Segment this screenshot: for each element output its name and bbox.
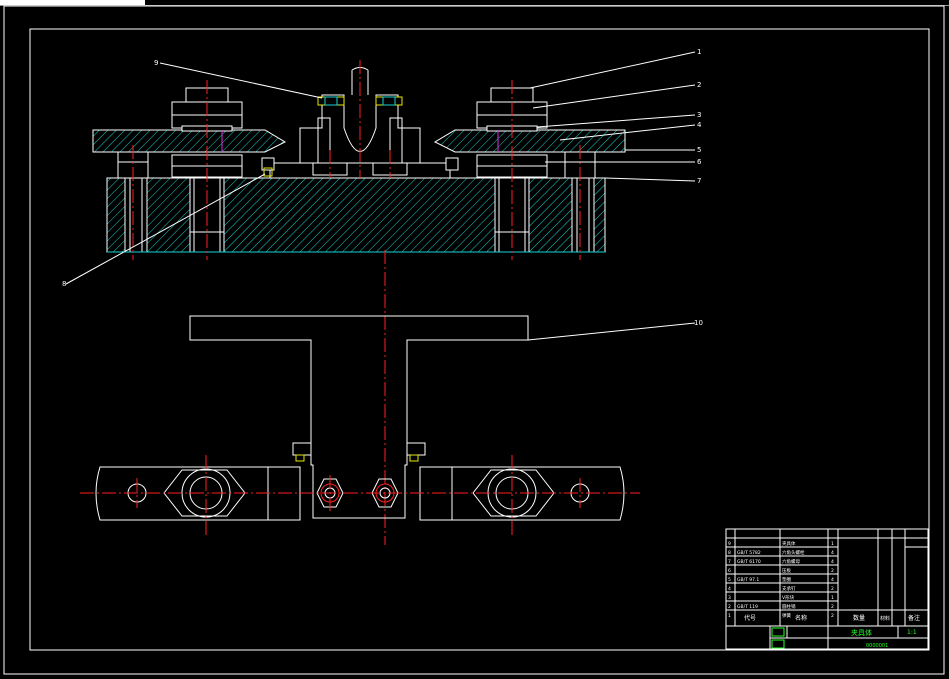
balloon-10: 10 [694,319,703,327]
right-clamp-plate [433,129,626,153]
drawing-code: 0000001 [866,643,888,649]
scale-value: 1:1 [907,629,917,636]
bom-row-qty: 2 [831,613,834,619]
bom-row-qty: 4 [831,577,834,583]
bom-row-qty: 1 [831,541,834,547]
balloon-6: 6 [697,158,702,166]
left-clamp-plate [92,129,287,153]
front-section-view [92,67,626,253]
top-view [95,315,625,521]
bom-row-number: 7 [728,559,731,565]
bom-row-number: 3 [728,595,731,601]
header-code: 代号 [744,614,756,622]
balloon-7: 7 [697,177,701,185]
bom-row-number: 1 [728,613,731,619]
bom-row-qty: 2 [831,568,834,574]
bom-row-qty: 2 [831,604,834,610]
bom-row-number: 8 [728,550,731,556]
bom-row-code: GB/T 5782 [737,550,761,556]
bom-row-qty: 4 [831,550,834,556]
bom-row-name: 支承钉 [782,585,796,592]
balloon-9: 9 [154,59,158,67]
bom-row-number: 9 [728,541,731,547]
bom-row-number: 5 [728,577,731,583]
bom-row-name: V形块 [782,594,795,601]
bom-rows: 9 夹具体 1 8 GB/T 5782 六角头螺栓 4 7 GB/T 6170 六角螺母 4 6 压板 2… [728,540,834,619]
right-pin-hole [571,177,595,253]
bom-row-qty: 1 [831,595,834,601]
balloon-4: 4 [697,121,702,129]
balloon-1: 1 [697,48,701,56]
drawing-title: 夹具体 [851,628,872,637]
bom-row-code: GB/T 97.1 [737,577,759,583]
header-name: 名称 [795,614,807,622]
bom-row-name: 六角螺母 [782,558,800,565]
balloon-5: 5 [697,146,701,154]
bom-row-name: 圆柱销 [782,603,796,610]
bom-row-number: 6 [728,568,731,574]
bom-row-number: 4 [728,586,731,592]
bom-row-qty: 2 [831,586,834,592]
green-cell-1 [771,627,785,637]
balloon-2: 2 [697,81,701,89]
bom-row-name: 夹具体 [782,540,796,547]
bom-row-code: GB/T 6170 [737,559,761,565]
bom-row-qty: 4 [831,559,834,565]
title-block [725,528,929,650]
base-body [106,177,606,253]
header-material: 材料 [880,615,890,622]
cad-drawing-canvas[interactable]: 1 2 3 4 5 6 7 8 9 10 9 夹具体 18 GB/T 5782 … [0,0,949,679]
bom-row-code: GB/T 119 [737,604,758,610]
header-qty: 数量 [853,614,865,622]
bom-row-name: 弹簧 [782,612,791,619]
bom-row-number: 2 [728,604,731,610]
balloon-8: 8 [62,280,66,288]
balloon-3: 3 [697,111,701,119]
bom-row-name: 六角头螺栓 [782,549,805,556]
bom-row-name: 压板 [782,567,791,574]
bom-row-name: 垫圈 [782,576,791,583]
green-cell-2 [771,639,785,649]
header-remark: 备注 [908,614,920,622]
